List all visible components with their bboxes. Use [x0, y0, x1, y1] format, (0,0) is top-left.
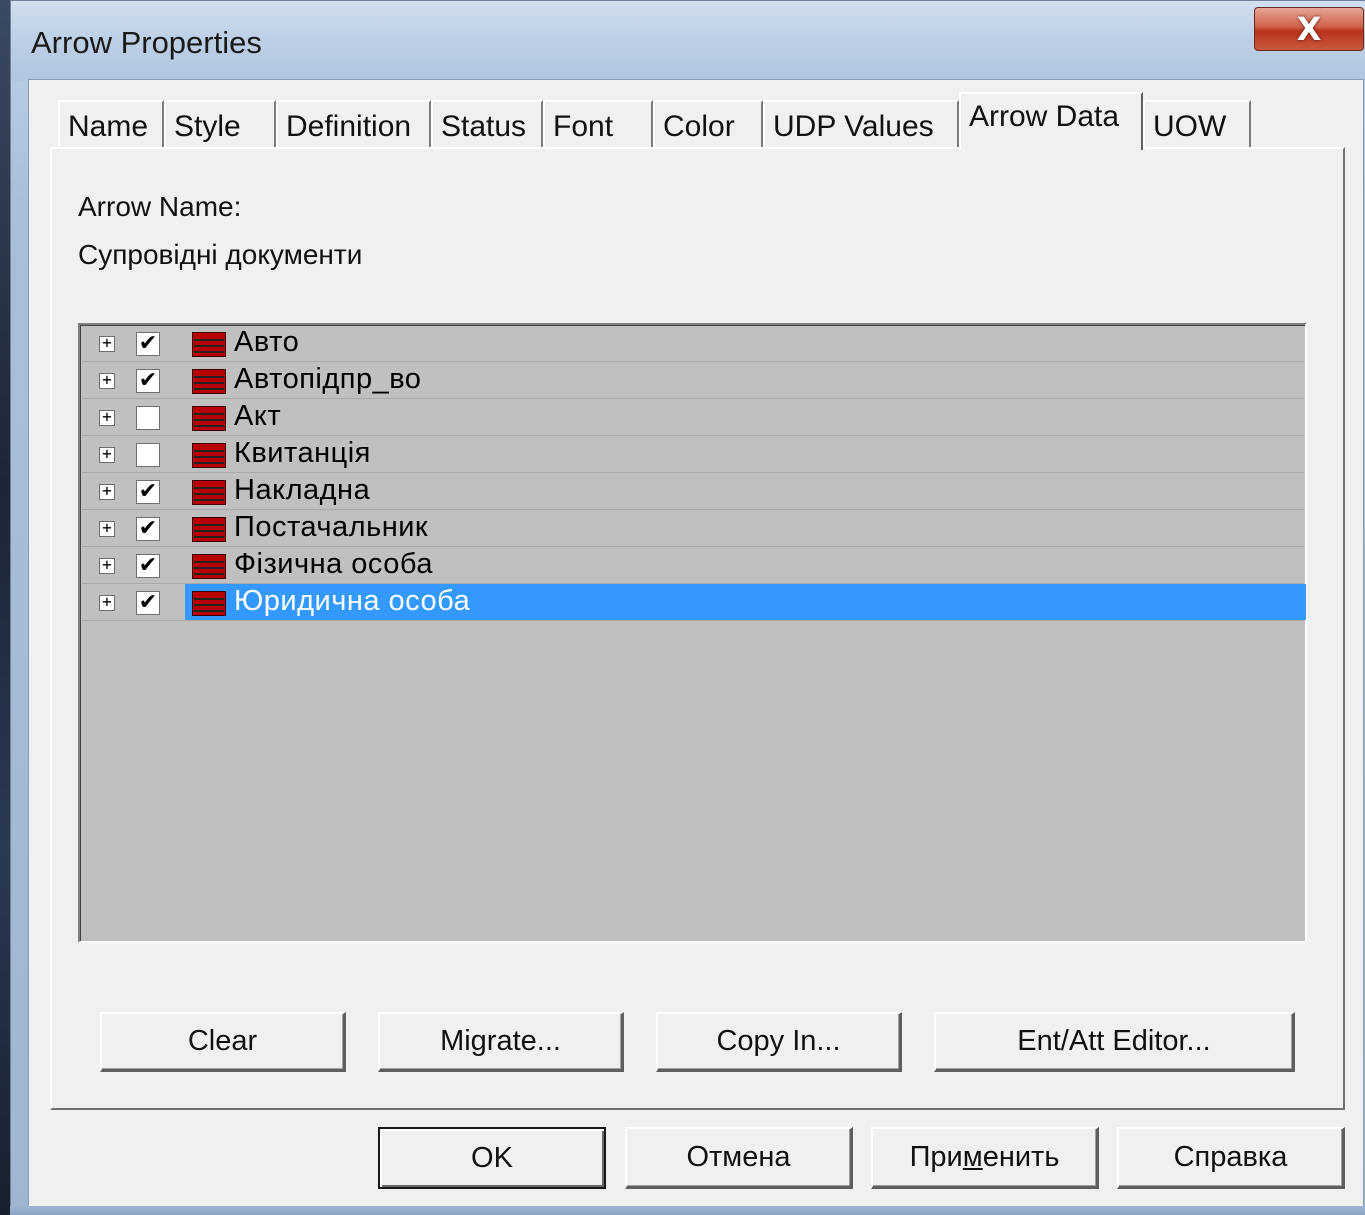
row-highlight	[185, 325, 1306, 361]
arrow-name-label: Arrow Name:	[78, 191, 242, 222]
tab-arrow-data[interactable]: Arrow Data	[959, 92, 1143, 150]
title-bar[interactable]: Arrow Properties X	[11, 1, 1365, 81]
copy-in-button[interactable]: Copy In...	[656, 1012, 902, 1072]
arrow-properties-dialog: Arrow Properties X Name Style Definition…	[10, 0, 1365, 1215]
expand-icon[interactable]: +	[99, 520, 115, 537]
tree-row[interactable]: + ✔ Постачальник	[82, 510, 1304, 547]
tab-status[interactable]: Status	[431, 100, 543, 148]
apply-label-suffix: енить	[982, 1141, 1060, 1173]
entity-icon	[192, 406, 226, 431]
tree-row[interactable]: + Квитанція	[82, 436, 1304, 473]
tab-label: Color	[663, 110, 735, 143]
migrate-button[interactable]: Migrate...	[378, 1012, 624, 1072]
row-checkbox[interactable]	[136, 406, 160, 430]
apply-label-prefix: При	[909, 1141, 963, 1173]
cancel-button[interactable]: Отмена	[625, 1127, 853, 1189]
dialog-client-area: Name Style Definition Status Font Color …	[28, 79, 1364, 1207]
entity-icon	[192, 443, 226, 468]
row-label: Акт	[234, 400, 282, 432]
ent-att-editor-button[interactable]: Ent/Att Editor...	[934, 1012, 1295, 1072]
tab-definition[interactable]: Definition	[276, 100, 431, 148]
entity-icon	[192, 554, 226, 579]
expand-icon[interactable]: +	[99, 594, 115, 611]
entity-icon	[192, 591, 226, 616]
entity-tree-list[interactable]: + ✔ Авто + ✔ Автопідпр_во + Акт + Квитан…	[78, 323, 1307, 943]
tab-label: Arrow Data	[969, 100, 1120, 133]
expand-icon[interactable]: +	[99, 372, 115, 389]
row-checkbox[interactable]: ✔	[136, 332, 160, 356]
close-icon: X	[1296, 10, 1322, 48]
tab-label: Status	[441, 110, 527, 143]
row-label: Авто	[234, 326, 300, 358]
tab-label: UDP Values	[773, 110, 934, 143]
ok-button[interactable]: OK	[378, 1127, 606, 1189]
entity-icon	[192, 517, 226, 542]
tab-udp-values[interactable]: UDP Values	[763, 100, 959, 148]
tab-style[interactable]: Style	[164, 100, 276, 148]
entity-icon	[192, 369, 226, 394]
tab-name[interactable]: Name	[58, 100, 164, 148]
row-label: Накладна	[234, 474, 371, 506]
tab-label: Font	[553, 110, 614, 143]
row-label: Постачальник	[234, 511, 429, 543]
expand-icon[interactable]: +	[99, 557, 115, 574]
entity-icon	[192, 480, 226, 505]
tree-row[interactable]: + ✔ Фізична особа	[82, 547, 1304, 584]
tree-row[interactable]: + ✔ Автопідпр_во	[82, 362, 1304, 399]
tab-font[interactable]: Font	[543, 100, 653, 148]
row-highlight	[185, 399, 1306, 435]
row-checkbox[interactable]: ✔	[136, 517, 160, 541]
row-checkbox[interactable]: ✔	[136, 554, 160, 578]
apply-label-mnemonic: м	[962, 1141, 983, 1173]
row-checkbox[interactable]: ✔	[136, 480, 160, 504]
expand-icon[interactable]: +	[99, 483, 115, 500]
row-checkbox[interactable]: ✔	[136, 369, 160, 393]
row-checkbox[interactable]	[136, 443, 160, 467]
apply-button[interactable]: При м енить	[871, 1127, 1099, 1189]
row-checkbox[interactable]: ✔	[136, 591, 160, 615]
help-button[interactable]: Справка	[1117, 1127, 1345, 1189]
arrow-data-panel: Arrow Name: Супровідні документи + ✔ Авт…	[50, 147, 1345, 1110]
tree-row[interactable]: + ✔ Накладна	[82, 473, 1304, 510]
entity-icon	[192, 332, 226, 357]
arrow-name-value: Супровідні документи	[78, 239, 363, 270]
tab-label: Style	[174, 110, 241, 143]
expand-icon[interactable]: +	[99, 409, 115, 426]
tree-row[interactable]: + ✔ Авто	[82, 325, 1304, 362]
row-label: Юридична особа	[234, 585, 471, 617]
window-bottom-border	[10, 1206, 1365, 1215]
tree-row-selected[interactable]: + ✔ Юридична особа	[82, 584, 1306, 621]
expand-icon[interactable]: +	[99, 446, 115, 463]
row-label: Фізична особа	[234, 548, 433, 580]
tab-label: UOW	[1153, 110, 1227, 143]
row-label: Автопідпр_во	[234, 363, 422, 395]
tree-row[interactable]: + Акт	[82, 399, 1304, 436]
clear-button[interactable]: Clear	[100, 1012, 346, 1072]
row-label: Квитанція	[234, 437, 371, 469]
tab-uow[interactable]: UOW	[1143, 100, 1251, 148]
window-title: Arrow Properties	[31, 25, 262, 60]
expand-icon[interactable]: +	[99, 335, 115, 352]
close-button[interactable]: X	[1254, 7, 1364, 51]
tab-color[interactable]: Color	[653, 100, 763, 148]
tab-label: Definition	[286, 110, 412, 143]
tab-label: Name	[68, 110, 149, 143]
